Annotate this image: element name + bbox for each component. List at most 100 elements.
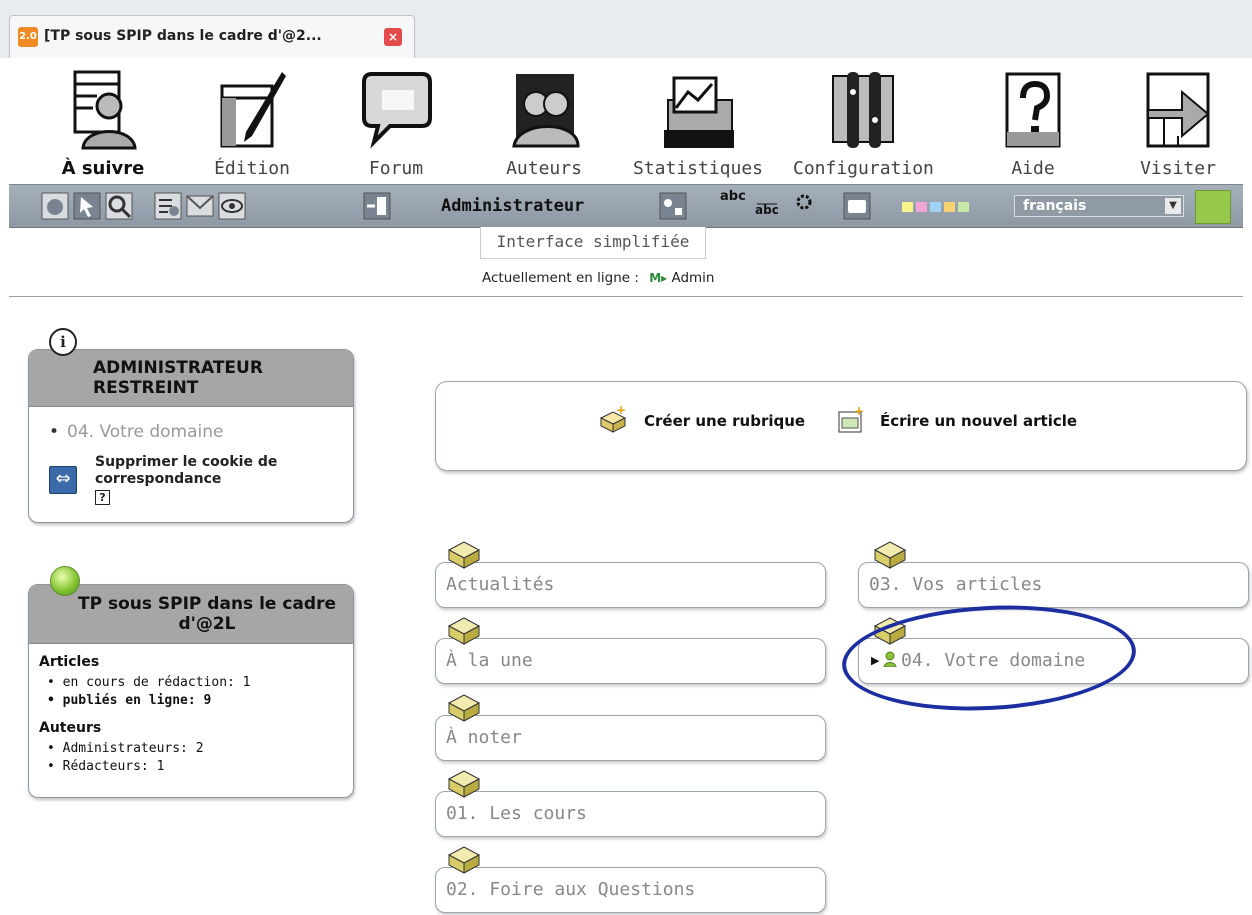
online-users: Actuellement en ligne : M▸ Admin — [482, 270, 715, 286]
configuration-tools-icon — [832, 72, 894, 148]
restricted-title: ADMINISTRATEUR RESTREINT — [93, 358, 263, 398]
nav-label: À suivre — [61, 158, 145, 179]
svg-text:+: + — [854, 404, 864, 418]
write-article-button[interactable]: + Écrire un nouvel article — [836, 404, 1078, 433]
nav-label: Édition — [214, 158, 290, 179]
color-swatch-orange[interactable] — [944, 202, 955, 212]
nav-label: Auteurs — [506, 158, 582, 179]
eye-icon[interactable] — [218, 192, 246, 220]
mail-icon[interactable] — [186, 192, 214, 220]
articles-published-count: publiés en ligne: 9 — [47, 693, 212, 708]
section-label: À noter — [446, 727, 522, 748]
write-article-label: Écrire un nouvel article — [880, 412, 1078, 430]
language-value: français — [1023, 198, 1087, 214]
color-swatch-green[interactable] — [958, 202, 969, 212]
section-vos-articles[interactable]: 03. Vos articles — [858, 562, 1249, 608]
spip-icon: 2.0 — [18, 27, 38, 47]
authors-writers-count: Rédacteurs: 1 — [47, 759, 165, 774]
nav-edition[interactable]: Édition — [182, 70, 322, 180]
nav-label: Visiter — [1140, 158, 1216, 179]
forum-bubble-icon — [362, 72, 432, 149]
visit-arrow-icon — [1146, 72, 1210, 148]
info-icon: i — [49, 328, 77, 356]
main-navigation: À suivre Édition Forum Auteurs Statistiq… — [0, 58, 1252, 184]
section-label: À la une — [446, 650, 533, 671]
nav-label: Statistiques — [632, 158, 764, 179]
section-box-icon — [447, 694, 481, 722]
section-actualites[interactable]: Actualités — [435, 562, 826, 608]
help-icon — [1005, 72, 1061, 148]
authors-icon — [512, 74, 580, 148]
nav-configuration[interactable]: Configuration — [793, 70, 934, 180]
section-box-icon — [447, 617, 481, 645]
follow-icon — [73, 70, 137, 150]
globe-icon — [50, 566, 80, 596]
online-user[interactable]: Admin — [671, 270, 714, 286]
nav-label: Aide — [1011, 158, 1055, 179]
box-header: TP sous SPIP dans le cadre d'@2L — [29, 585, 353, 644]
tab-title: [TP sous SPIP dans le cadre d'@2... — [44, 28, 322, 44]
nav-auteurs[interactable]: Auteurs — [474, 70, 614, 180]
section-label: 02. Foire aux Questions — [446, 879, 696, 900]
svg-text:abc: abc — [755, 203, 779, 217]
statistics-icon — [664, 76, 734, 148]
restricted-section-item[interactable]: 04. Votre domaine — [49, 422, 223, 442]
create-section-button[interactable]: + Créer une rubrique — [598, 404, 806, 433]
user-label[interactable]: Administrateur — [441, 196, 584, 216]
color-swatch-yellow[interactable] — [902, 202, 913, 212]
delete-cookie-link[interactable]: Supprimer le cookie de correspondance — [95, 454, 325, 488]
browser-tab[interactable]: 2.0 [TP sous SPIP dans le cadre d'@2... … — [9, 15, 415, 58]
site-tree-icon[interactable] — [41, 192, 69, 220]
section-label: 01. Les cours — [446, 803, 587, 824]
agenda-icon[interactable] — [154, 192, 182, 220]
section-box-icon — [447, 770, 481, 798]
image-icon[interactable] — [659, 192, 687, 220]
create-section-label: Créer une rubrique — [644, 412, 806, 430]
restricted-admin-box: ADMINISTRATEUR RESTREINT 04. Votre domai… — [28, 349, 354, 523]
section-label: Actualités — [446, 574, 555, 595]
nav-a-suivre[interactable]: À suivre — [33, 70, 173, 180]
create-section-icon: + — [599, 404, 627, 433]
help-icon[interactable]: ? — [95, 490, 110, 505]
authors-admins-count: Administrateurs: 2 — [47, 741, 204, 756]
svg-text:+: + — [616, 404, 626, 417]
nav-forum[interactable]: Forum — [326, 70, 466, 180]
admin-toolbar: Administrateur abc abc français ▼ — [9, 184, 1243, 228]
actions-box: + Créer une rubrique + Écrire un nouvel … — [435, 381, 1247, 471]
spellcheck-label[interactable]: abc — [720, 189, 746, 204]
interface-mode-tab[interactable]: Interface simplifiée — [480, 227, 706, 259]
close-icon[interactable]: × — [384, 28, 402, 46]
language-select[interactable]: français ▼ — [1014, 195, 1184, 217]
section-box-icon — [447, 541, 481, 569]
nav-label: Forum — [368, 158, 424, 179]
nav-label: Configuration — [793, 158, 934, 179]
cookie-swap-icon[interactable]: ⇔ — [49, 466, 77, 494]
edit-pen-icon — [220, 72, 286, 148]
section-a-noter[interactable]: À noter — [435, 715, 826, 761]
abc-icon[interactable]: abc — [754, 192, 782, 220]
browser-tab-strip: 2.0 [TP sous SPIP dans le cadre d'@2... … — [0, 0, 1252, 59]
interface-toggle-icon[interactable] — [1195, 190, 1231, 224]
color-swatch-blue[interactable] — [930, 202, 941, 212]
header-divider — [9, 296, 1243, 297]
nav-statistiques[interactable]: Statistiques — [628, 70, 768, 180]
section-a-la-une[interactable]: À la une — [435, 638, 826, 684]
logout-icon[interactable] — [363, 192, 391, 220]
section-les-cours[interactable]: 01. Les cours — [435, 791, 826, 837]
cursor-icon[interactable] — [73, 192, 101, 220]
nav-visiter[interactable]: Visiter — [1108, 70, 1248, 180]
box-header: ADMINISTRATEUR RESTREINT — [29, 350, 353, 407]
online-label: Actuellement en ligne : — [482, 270, 639, 286]
section-box-icon — [447, 846, 481, 874]
search-icon[interactable] — [105, 192, 133, 220]
nav-aide[interactable]: Aide — [963, 70, 1103, 180]
online-badge: M▸ — [649, 271, 668, 285]
gear-icon[interactable] — [792, 192, 820, 220]
articles-draft-count: en cours de rédaction: 1 — [47, 675, 251, 690]
site-stats-box: TP sous SPIP dans le cadre d'@2L Article… — [28, 584, 354, 798]
color-swatch-pink[interactable] — [916, 202, 927, 212]
window-icon[interactable] — [843, 192, 871, 220]
section-faq[interactable]: 02. Foire aux Questions — [435, 867, 826, 913]
authors-heading: Auteurs — [39, 720, 102, 736]
site-title: TP sous SPIP dans le cadre d'@2L — [77, 594, 336, 634]
